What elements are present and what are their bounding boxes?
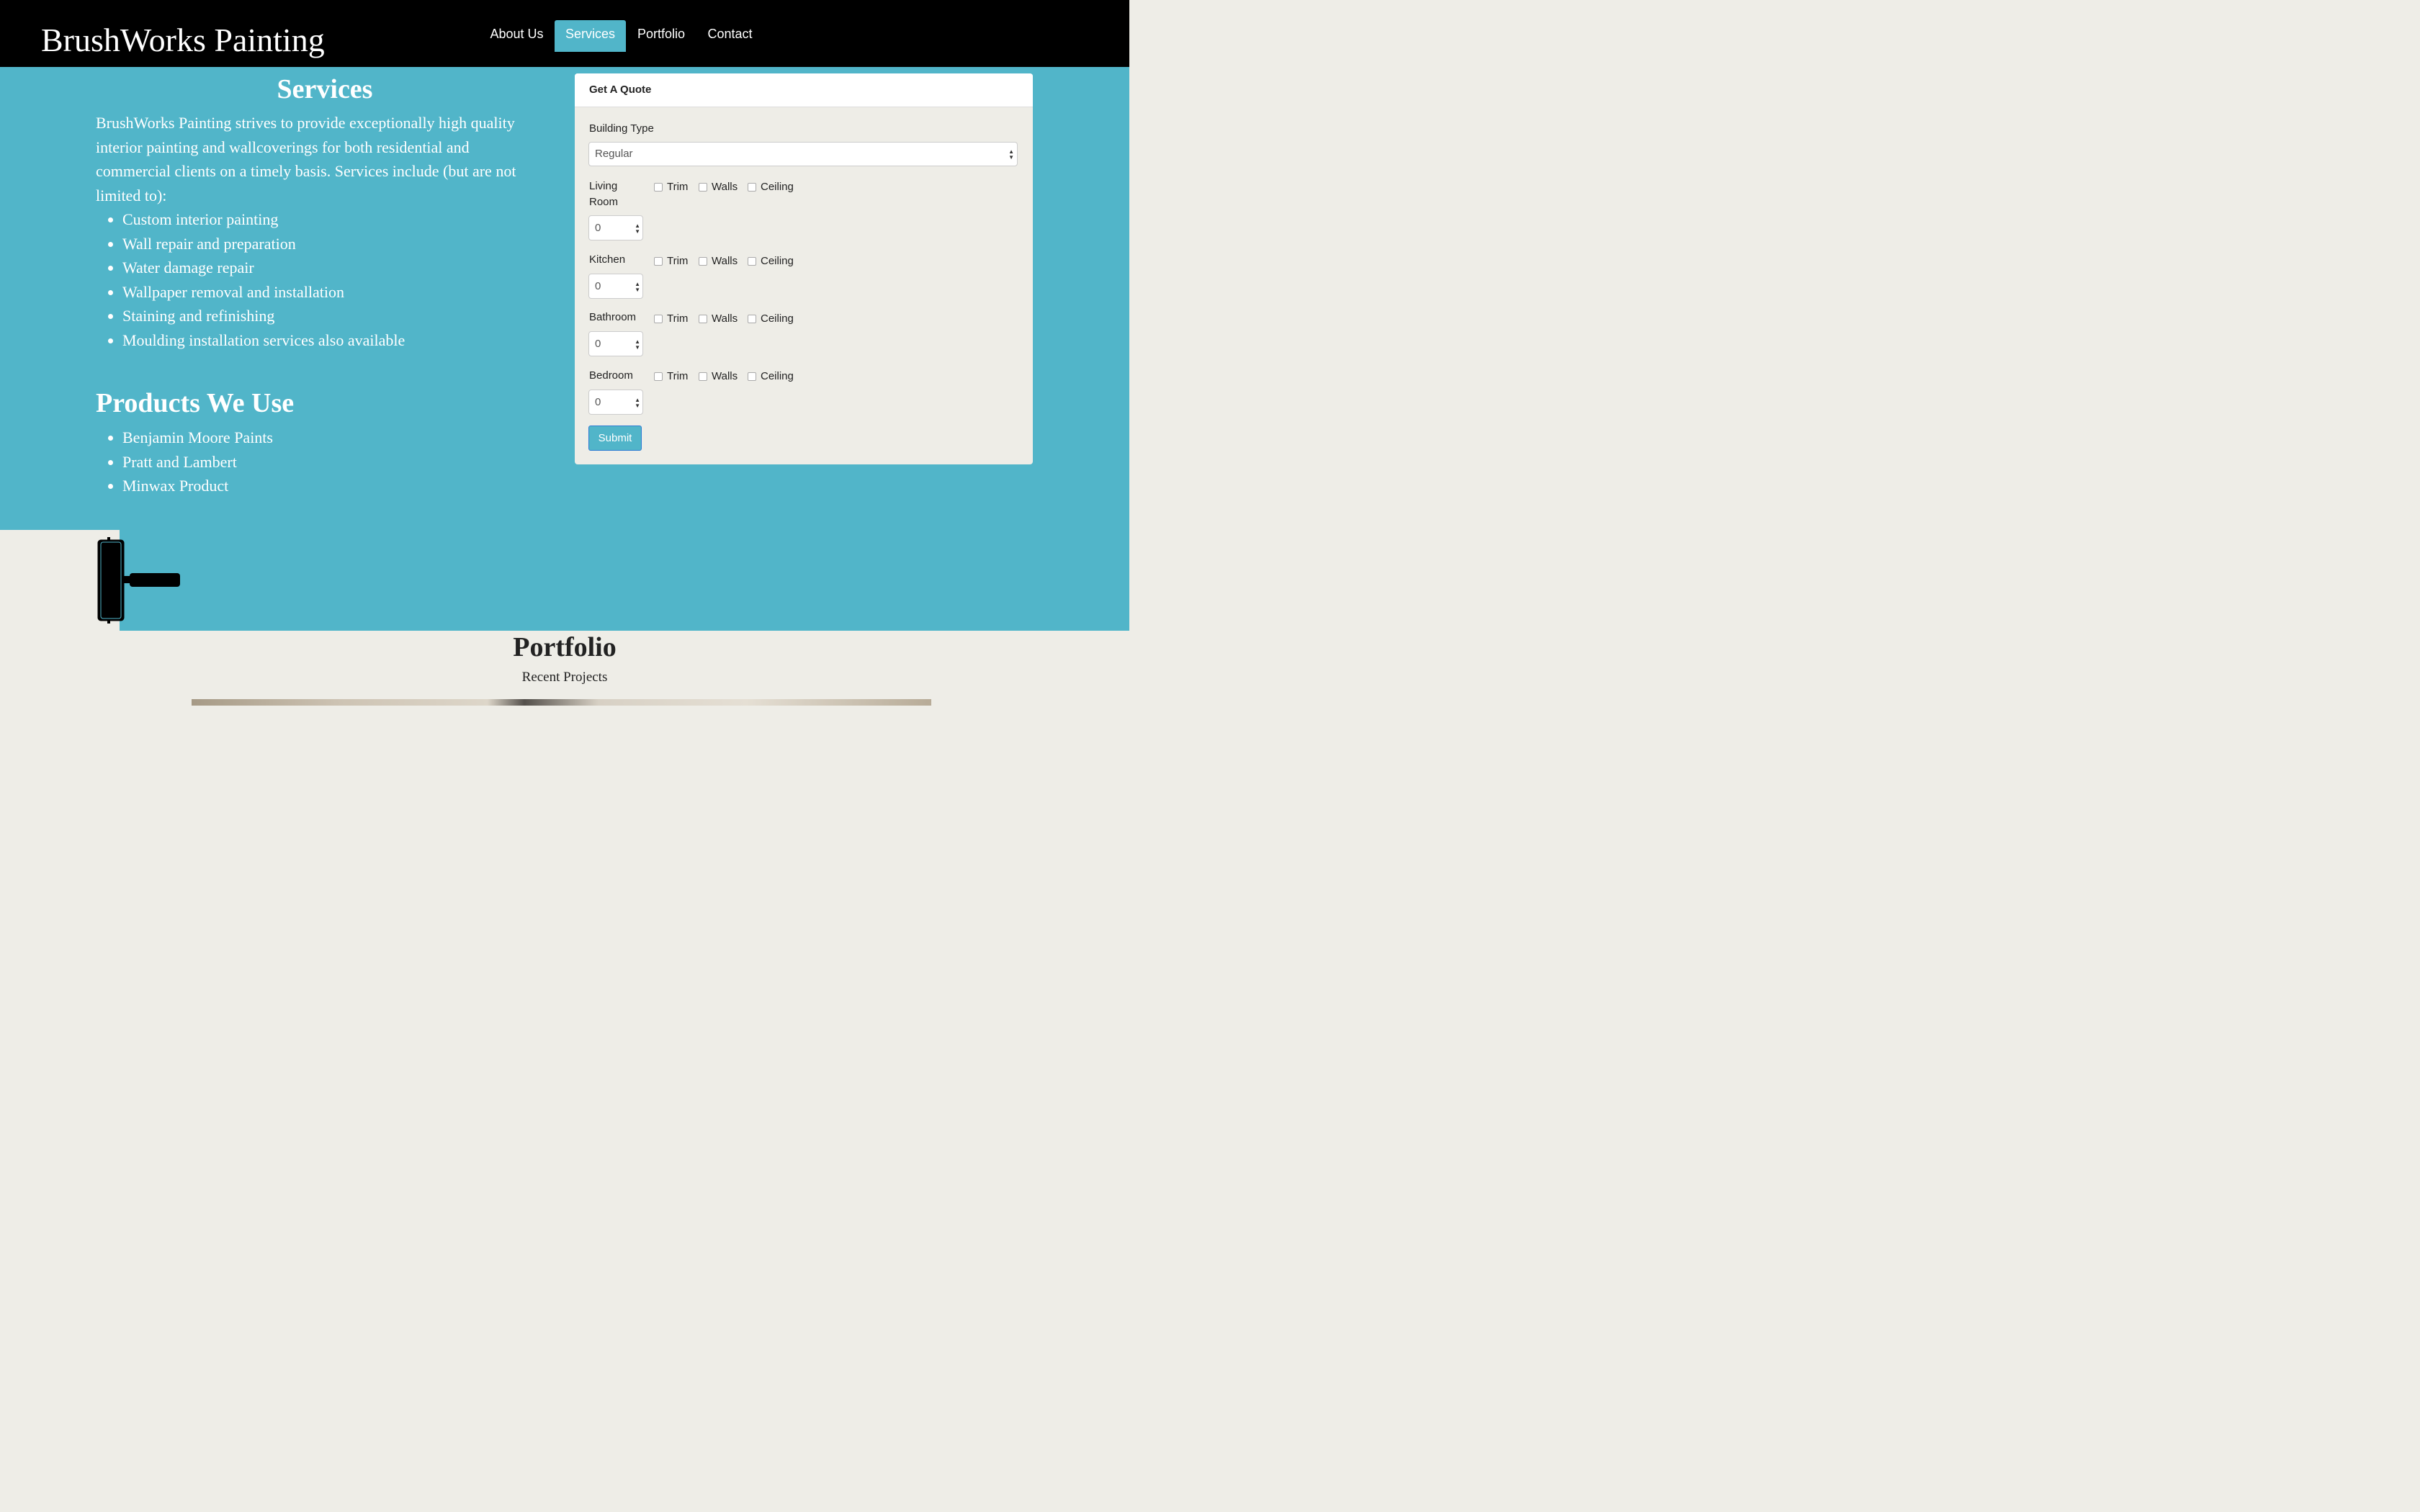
living-room-ceiling-label: Ceiling — [761, 181, 794, 193]
living-room-walls-label: Walls — [712, 181, 738, 193]
bedroom-ceiling-checkbox[interactable] — [748, 372, 756, 381]
bedroom-walls-checkbox[interactable] — [699, 372, 707, 381]
living-room-walls-checkbox[interactable] — [699, 183, 707, 192]
nav-about-us[interactable]: About Us — [479, 20, 555, 52]
list-item: Pratt and Lambert — [122, 450, 273, 474]
navbar: BrushWorks Painting About Us Services Po… — [0, 0, 1129, 67]
kitchen-count-value: 0 — [595, 280, 601, 292]
stepper-arrows-icon[interactable]: ▲ ▼ — [635, 397, 640, 409]
kitchen-ceiling-checkbox[interactable] — [748, 257, 756, 266]
bathroom-ceiling-checkbox[interactable] — [748, 315, 756, 323]
bedroom-label: Bedroom — [589, 369, 633, 382]
quote-title: Get A Quote — [589, 84, 652, 96]
bathroom-walls-checkbox[interactable] — [699, 315, 707, 323]
building-type-label: Building Type — [589, 122, 654, 135]
living-room-trim-checkbox[interactable] — [654, 183, 663, 192]
quote-panel-header: Get A Quote — [575, 73, 1033, 107]
kitchen-walls-label: Walls — [712, 255, 738, 267]
kitchen-trim-checkbox[interactable] — [654, 257, 663, 266]
list-item: Wallpaper removal and installation — [122, 280, 405, 305]
list-item: Staining and refinishing — [122, 304, 405, 328]
products-list: Benjamin Moore Paints Pratt and Lambert … — [96, 426, 273, 498]
kitchen-count-input[interactable]: 0 ▲ ▼ — [588, 274, 643, 299]
bathroom-count-input[interactable]: 0 ▲ ▼ — [588, 331, 643, 356]
building-type-select[interactable]: Regular ▲ ▼ — [588, 142, 1018, 166]
living-room-label: Living Room — [589, 180, 619, 208]
living-room-trim-label: Trim — [667, 181, 689, 193]
bedroom-ceiling-label: Ceiling — [761, 370, 794, 382]
bedroom-walls-label: Walls — [712, 370, 738, 382]
stepper-arrows-icon[interactable]: ▲ ▼ — [635, 282, 640, 293]
living-room-count-value: 0 — [595, 222, 601, 234]
bathroom-count-value: 0 — [595, 338, 601, 350]
nav-portfolio[interactable]: Portfolio — [626, 20, 696, 52]
bathroom-ceiling-label: Ceiling — [761, 312, 794, 325]
list-item: Minwax Product — [122, 474, 273, 498]
stepper-arrows-icon[interactable]: ▲ ▼ — [635, 223, 640, 235]
select-arrows-icon: ▲ ▼ — [1008, 148, 1014, 161]
stepper-arrows-icon[interactable]: ▲ ▼ — [635, 339, 640, 351]
products-title: Products We Use — [96, 388, 295, 418]
kitchen-label: Kitchen — [589, 253, 626, 266]
submit-button[interactable]: Submit — [588, 426, 642, 451]
nav-services[interactable]: Services — [555, 20, 626, 52]
living-room-count-input[interactable]: 0 ▲ ▼ — [588, 215, 643, 240]
services-section-lower — [120, 530, 1129, 631]
bathroom-trim-checkbox[interactable] — [654, 315, 663, 323]
list-item: Custom interior painting — [122, 207, 405, 232]
bedroom-count-input[interactable]: 0 ▲ ▼ — [588, 390, 643, 415]
list-item: Water damage repair — [122, 256, 405, 280]
bathroom-label: Bathroom — [589, 311, 637, 323]
list-item: Moulding installation services also avai… — [122, 328, 405, 353]
bedroom-trim-label: Trim — [667, 370, 689, 382]
list-item: Benjamin Moore Paints — [122, 426, 273, 450]
bedroom-count-value: 0 — [595, 396, 601, 408]
bedroom-trim-checkbox[interactable] — [654, 372, 663, 381]
services-description: BrushWorks Painting strives to provide e… — [96, 114, 516, 204]
building-type-value: Regular — [595, 148, 633, 160]
list-item: Wall repair and preparation — [122, 232, 405, 256]
kitchen-trim-label: Trim — [667, 255, 689, 267]
services-title: Services — [277, 74, 373, 104]
brand-logo[interactable]: BrushWorks Painting — [41, 20, 325, 60]
portfolio-subtitle: Recent Projects — [521, 670, 608, 685]
living-room-ceiling-checkbox[interactable] — [748, 183, 756, 192]
kitchen-ceiling-label: Ceiling — [761, 255, 794, 267]
nav-contact[interactable]: Contact — [696, 20, 763, 52]
bathroom-trim-label: Trim — [667, 312, 689, 325]
portfolio-image[interactable] — [192, 699, 931, 706]
bathroom-walls-label: Walls — [712, 312, 738, 325]
portfolio-title: Portfolio — [513, 632, 617, 662]
kitchen-walls-checkbox[interactable] — [699, 257, 707, 266]
services-list: Custom interior painting Wall repair and… — [96, 207, 405, 353]
paint-roller-icon — [97, 536, 183, 630]
quote-panel: Get A Quote Building Type Regular ▲ ▼ Liv… — [575, 73, 1033, 464]
